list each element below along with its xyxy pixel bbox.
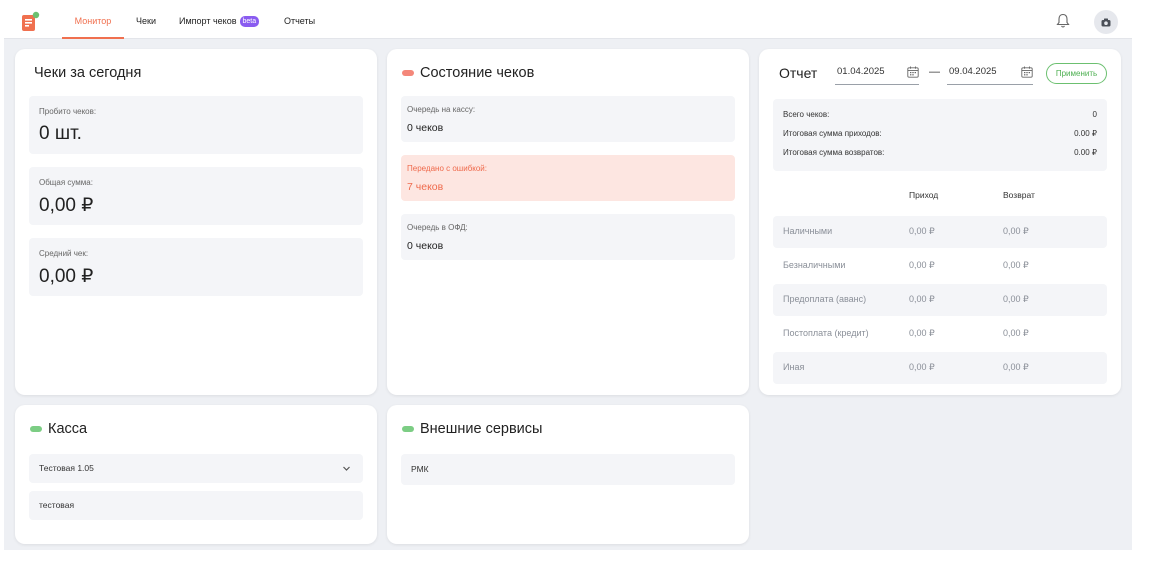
summary-label: Итоговая сумма приходов: (783, 129, 882, 138)
check-status-title-text: Состояние чеков (420, 65, 535, 81)
punched-checks-box: Пробито чеков: 0 шт. (29, 96, 363, 154)
error-checks-label: Передано с ошибкой: (407, 164, 487, 173)
check-status-title: Состояние чеков (402, 65, 534, 81)
cashbox-queue-label: Очередь на кассу: (407, 105, 476, 114)
punched-checks-label: Пробито чеков: (39, 107, 97, 116)
table-row: Постоплата (кредит) 0,00 ₽ 0,00 ₽ (773, 318, 1107, 350)
row-label: Иная (783, 362, 805, 372)
error-checks-value: 7 чеков (407, 181, 444, 193)
status-indicator (402, 426, 414, 432)
external-service-item[interactable]: РМК (401, 454, 735, 485)
row-refund: 0,00 ₽ (1003, 260, 1029, 270)
avg-check-value: 0,00 ₽ (39, 266, 94, 287)
report-title: Отчет (779, 65, 818, 81)
status-indicator (30, 426, 42, 432)
kassa-select-value: Тестовая 1.05 (39, 463, 94, 473)
total-sum-value: 0,00 ₽ (39, 195, 94, 216)
summary-value: 0.00 ₽ (1074, 129, 1097, 138)
summary-label: Итоговая сумма возвратов: (783, 148, 885, 157)
row-income: 0,00 ₽ (909, 294, 935, 304)
total-sum-box: Общая сумма: 0,00 ₽ (29, 167, 363, 225)
row-income: 0,00 ₽ (909, 362, 935, 372)
table-row: Иная 0,00 ₽ 0,00 ₽ (773, 352, 1107, 384)
calendar-icon[interactable] (1021, 66, 1033, 78)
check-status-card: Состояние чеков Очередь на кассу: 0 чеко… (387, 49, 749, 395)
kassa-card: Касса Тестовая 1.05 тестовая (15, 405, 377, 544)
table-row: Безналичными 0,00 ₽ 0,00 ₽ (773, 250, 1107, 282)
table-row: Предоплата (аванс) 0,00 ₽ 0,00 ₽ (773, 284, 1107, 316)
external-services-title: Внешние сервисы (402, 421, 542, 437)
today-checks-title: Чеки за сегодня (34, 65, 142, 81)
ofd-queue-label: Очередь в ОФД: (407, 223, 468, 232)
avatar[interactable] (1094, 10, 1118, 34)
table-row: Наличными 0,00 ₽ 0,00 ₽ (773, 216, 1107, 248)
error-checks-box[interactable]: Передано с ошибкой: 7 чеков (401, 155, 735, 201)
app-window: Монитор Чеки Импорт чеков beta Отчеты Чек… (4, 4, 1132, 550)
row-income: 0,00 ₽ (909, 328, 935, 338)
cashbox-queue-box: Очередь на кассу: 0 чеков (401, 96, 735, 142)
summary-total-refunds: Итоговая сумма возвратов: 0.00 ₽ (783, 148, 1097, 160)
nav-tab-checks[interactable]: Чеки (136, 4, 156, 39)
row-label: Безналичными (783, 260, 846, 270)
chevron-down-icon (343, 466, 350, 471)
nav-tab-import[interactable]: Импорт чеков beta (179, 4, 260, 39)
date-to-field[interactable]: 09.04.2025 (947, 63, 1033, 85)
kassa-title: Касса (30, 421, 87, 437)
nav-tab-reports[interactable]: Отчеты (284, 4, 315, 39)
avg-check-box: Средний чек: 0,00 ₽ (29, 238, 363, 296)
ofd-queue-value: 0 чеков (407, 240, 444, 252)
apply-button[interactable]: Применить (1046, 63, 1107, 84)
cashbox-queue-value: 0 чеков (407, 122, 444, 134)
date-to-value: 09.04.2025 (949, 66, 997, 77)
beta-badge: beta (239, 16, 260, 27)
summary-total-income: Итоговая сумма приходов: 0.00 ₽ (783, 129, 1097, 141)
kassa-title-text: Касса (48, 421, 88, 437)
report-summary-box: Всего чеков: 0 Итоговая сумма приходов: … (773, 99, 1107, 171)
kassa-item[interactable]: тестовая (29, 491, 363, 520)
date-from-field[interactable]: 01.04.2025 (835, 63, 919, 85)
calendar-icon[interactable] (907, 66, 919, 78)
row-refund: 0,00 ₽ (1003, 294, 1029, 304)
logo-icon[interactable] (20, 11, 40, 33)
status-indicator (402, 70, 414, 76)
row-refund: 0,00 ₽ (1003, 226, 1029, 236)
ofd-queue-box: Очередь в ОФД: 0 чеков (401, 214, 735, 260)
date-separator: — (929, 66, 940, 78)
summary-value: 0.00 ₽ (1074, 148, 1097, 157)
row-label: Предоплата (аванс) (783, 294, 867, 304)
row-refund: 0,00 ₽ (1003, 362, 1029, 372)
column-header-income: Приход (909, 190, 939, 200)
top-navbar: Монитор Чеки Импорт чеков beta Отчеты (4, 4, 1132, 39)
nav-tab-monitor[interactable]: Монитор (62, 4, 124, 39)
row-label: Наличными (783, 226, 833, 236)
row-label: Постоплата (кредит) (783, 328, 869, 338)
punched-checks-value: 0 шт. (39, 123, 82, 144)
row-income: 0,00 ₽ (909, 226, 935, 236)
external-service-label: РМК (411, 464, 429, 474)
nav-tab-import-label: Импорт чеков (179, 16, 237, 26)
external-services-title-text: Внешние сервисы (420, 421, 543, 437)
kassa-item-label: тестовая (39, 500, 75, 510)
summary-label: Всего чеков: (783, 110, 830, 119)
total-sum-label: Общая сумма: (39, 178, 93, 187)
column-header-refund: Возврат (1003, 190, 1035, 200)
bell-icon[interactable] (1056, 13, 1070, 29)
today-checks-card: Чеки за сегодня Пробито чеков: 0 шт. Общ… (15, 49, 377, 395)
row-income: 0,00 ₽ (909, 260, 935, 270)
kassa-select[interactable]: Тестовая 1.05 (29, 454, 363, 483)
summary-value: 0 (1092, 110, 1097, 119)
date-from-value: 01.04.2025 (837, 66, 885, 77)
camera-icon (1101, 18, 1111, 26)
report-card: Отчет 01.04.2025 — 09.04.2025 Применить … (759, 49, 1121, 395)
row-refund: 0,00 ₽ (1003, 328, 1029, 338)
avg-check-label: Средний чек: (39, 249, 89, 258)
summary-total-checks: Всего чеков: 0 (783, 110, 1097, 122)
external-services-card: Внешние сервисы РМК (387, 405, 749, 544)
